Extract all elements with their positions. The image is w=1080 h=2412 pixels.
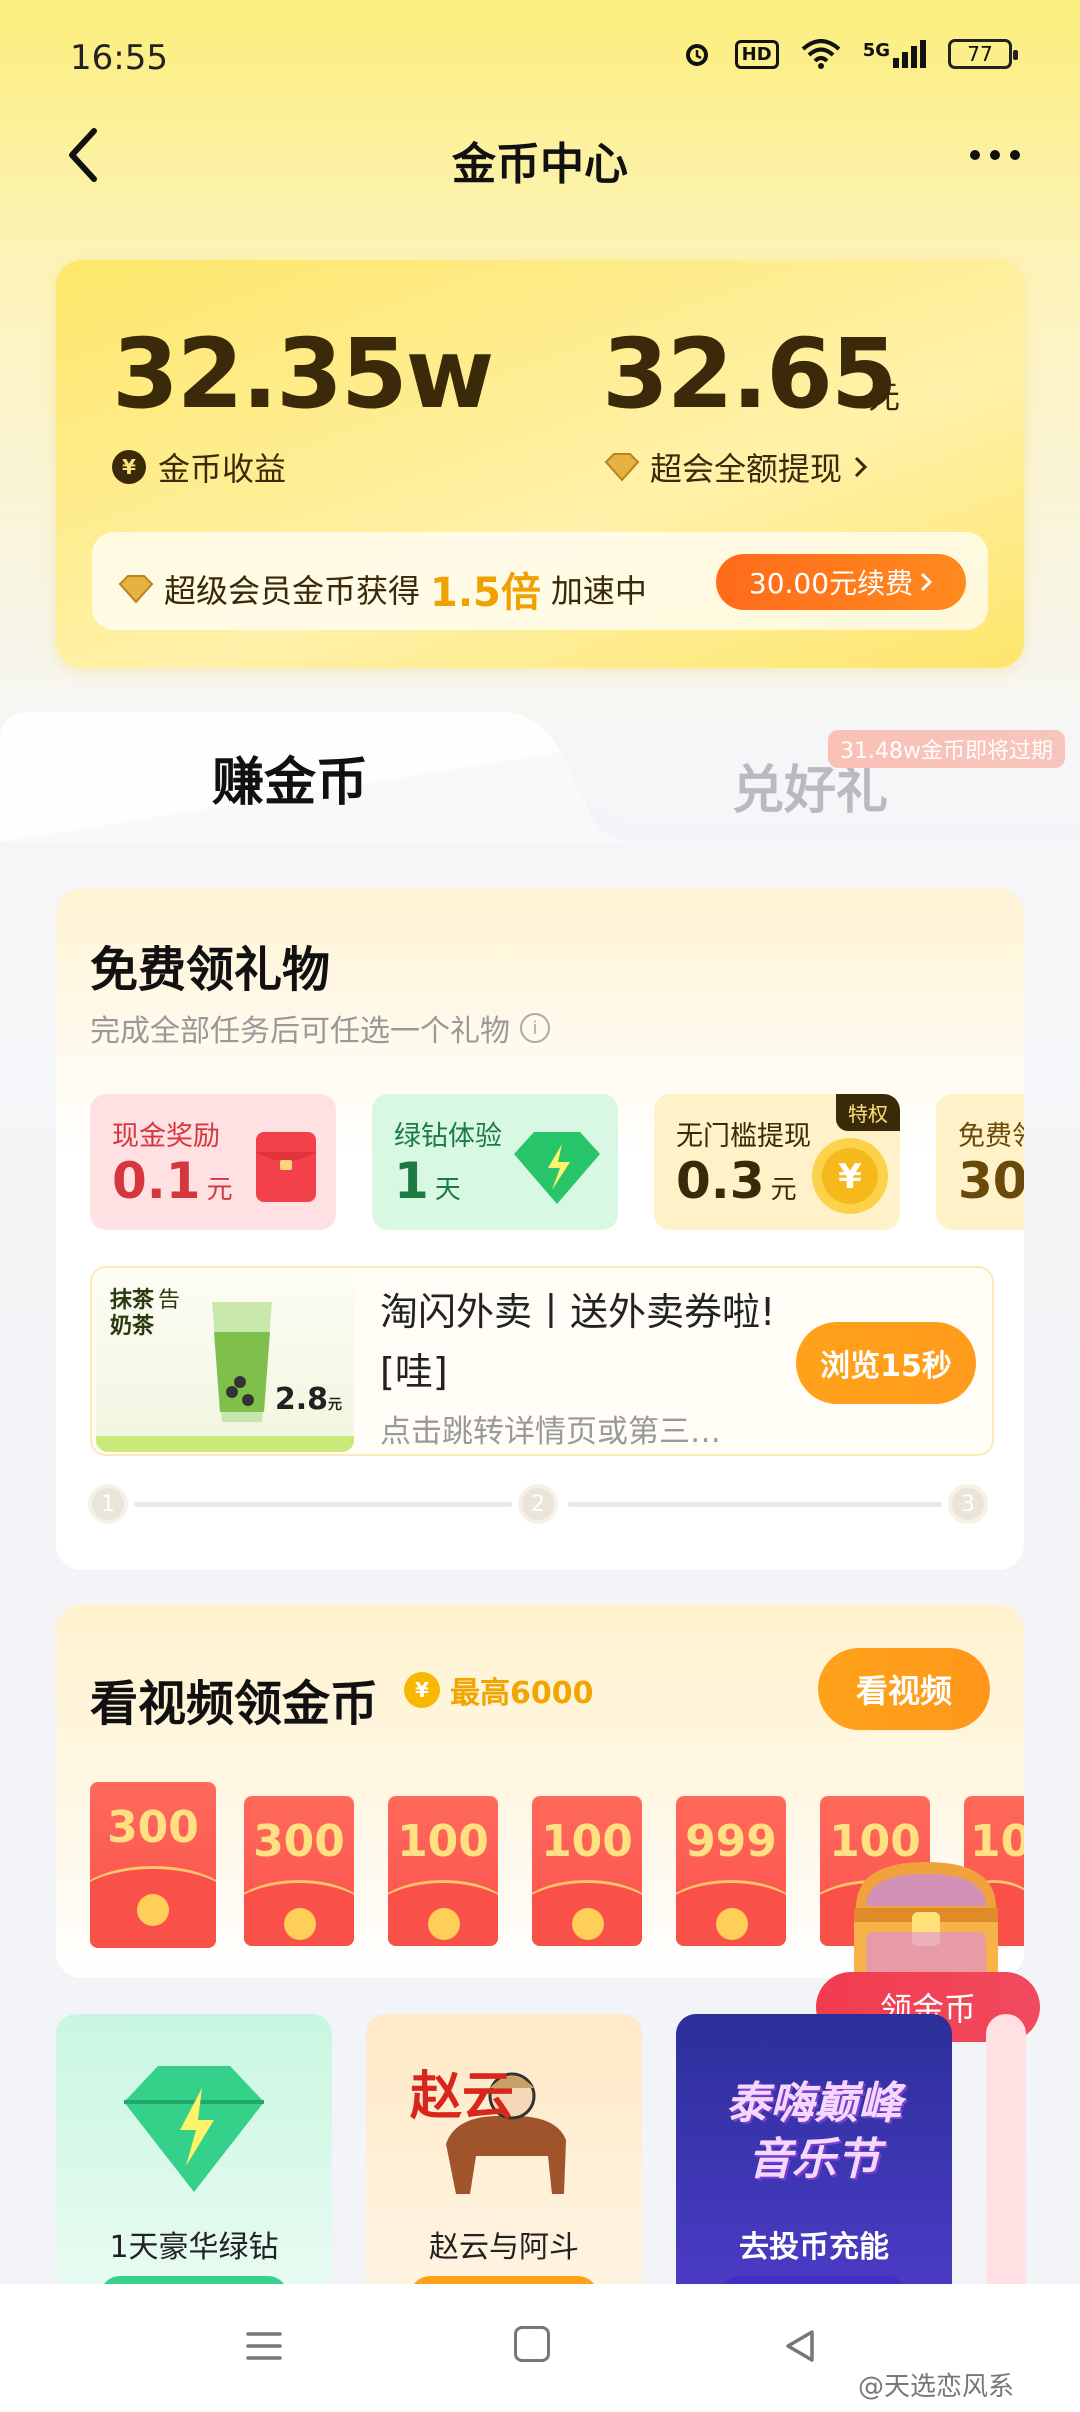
more-options-icon[interactable] <box>970 150 1020 160</box>
renew-label: 30.00元续费 <box>748 567 914 600</box>
feature-music-festival[interactable]: 泰嗨巅峰 音乐节 去投币充能 <box>676 2014 952 2284</box>
reward-withdraw[interactable]: 无门槛提现 0.3 元 特权 ¥ <box>654 1094 900 1230</box>
tab-earn-coins[interactable]: 赚金币 <box>0 712 580 842</box>
task-thumbnail: 抹茶告奶茶 2.8元 <box>96 1270 354 1452</box>
reward-label: 免费领 <box>958 1121 1024 1152</box>
video-max-reward: ¥ 最高6000 <box>404 1668 594 1712</box>
cash-amount: 32.65 <box>602 318 898 430</box>
reward-value: 300 <box>958 1152 1024 1210</box>
chevron-right-icon <box>854 456 868 478</box>
vip-text-before: 超级会员金币获得 <box>164 572 421 610</box>
withdraw-label: 超会全额提现 <box>650 450 843 488</box>
festival-title: 泰嗨巅峰 音乐节 <box>726 2078 902 2185</box>
gold-coin-icon: ¥ <box>812 1138 888 1214</box>
feature-green-diamond[interactable]: 1天豪华绿钻 <box>56 2014 332 2284</box>
progress-line <box>134 1502 512 1507</box>
gift-subtitle: 完成全部任务后可任选一个礼物 <box>90 1014 510 1049</box>
svg-text:¥: ¥ <box>838 1157 862 1197</box>
step-dot: 3 <box>948 1484 988 1524</box>
home-square-icon[interactable] <box>514 2326 550 2362</box>
feature-label: 1天豪华绿钻 <box>109 2230 279 2265</box>
status-icons: HD 5G 77 <box>681 38 1018 70</box>
thumb-title: 抹茶告奶茶 <box>110 1288 181 1339</box>
vip-diamond-icon <box>118 575 154 604</box>
red-envelope-icon <box>256 1132 316 1202</box>
red-envelope[interactable]: 300 <box>244 1796 354 1946</box>
info-icon[interactable]: i <box>520 1013 550 1043</box>
vip-status: 超级会员金币获得 1.5倍 加速中 <box>118 560 647 618</box>
task-description: 点击跳转详情页或第三… <box>380 1414 721 1450</box>
feature-label: 去投币充能 <box>739 2230 889 2265</box>
perk-badge: 特权 <box>836 1094 900 1131</box>
task-title: 淘闪外卖丨送外卖券啦![哇] <box>380 1290 776 1394</box>
watermark: @天选恋风系 <box>858 2372 1015 2402</box>
vip-multiplier: 1.5倍 <box>430 570 541 616</box>
page-title: 金币中心 <box>452 139 628 190</box>
red-envelope[interactable]: 999 <box>676 1796 786 1946</box>
reward-cash[interactable]: 现金奖励 0.1 元 <box>90 1094 336 1230</box>
video-title: 看视频领金币 <box>90 1676 379 1732</box>
thumb-price: 2.8元 <box>274 1382 342 1417</box>
reward-green-diamond[interactable]: 绿钻体验 1天 <box>372 1094 618 1230</box>
cash-unit: 元 <box>868 378 901 416</box>
feature-card-partial[interactable] <box>986 2014 1026 2284</box>
feature-zhaoyun[interactable]: 赵云 赵云与阿斗 <box>366 2014 642 2284</box>
red-envelope[interactable]: 300 <box>90 1782 216 1948</box>
feature-pill <box>410 2276 598 2284</box>
video-max-label: 最高6000 <box>450 1676 594 1711</box>
red-envelope[interactable]: 100 <box>532 1796 642 1946</box>
feature-label: 赵云与阿斗 <box>429 2230 579 2265</box>
coin-icon: ¥ <box>112 450 146 484</box>
expire-badge: 31.48w金币即将过期 <box>828 730 1065 768</box>
green-diamond-icon <box>514 1132 600 1204</box>
status-time: 16:55 <box>70 38 168 78</box>
signal-icon: 5G <box>863 40 926 68</box>
coin-icon: ¥ <box>404 1672 440 1708</box>
reward-label: 绿钻体验 <box>394 1121 502 1152</box>
reward-label: 无门槛提现 <box>676 1121 811 1152</box>
reward-label: 现金奖励 <box>112 1121 220 1152</box>
progress-line <box>568 1502 942 1507</box>
vip-text-after: 加速中 <box>550 572 647 610</box>
watch-video-button[interactable]: 看视频 <box>818 1648 990 1730</box>
step-dot: 1 <box>88 1484 128 1524</box>
reward-free[interactable]: 免费领 300 <box>936 1094 1024 1230</box>
gift-subtitle-row: 完成全部任务后可任选一个礼物 i <box>90 1006 550 1050</box>
step-dot: 2 <box>518 1484 558 1524</box>
feature-pill <box>720 2276 908 2284</box>
nav-back-icon[interactable] <box>780 2326 820 2366</box>
green-diamond-icon <box>124 2066 264 2192</box>
alarm-icon <box>685 44 708 66</box>
hd-icon: HD <box>734 39 779 69</box>
chevron-right-icon <box>921 572 933 592</box>
battery-level: 77 <box>967 42 993 66</box>
coin-amount: 32.35w <box>112 318 494 430</box>
renew-button[interactable]: 30.00元续费 <box>716 554 966 610</box>
feature-pill <box>100 2276 288 2284</box>
wifi-icon <box>801 39 841 69</box>
network-label: 5G <box>862 40 890 61</box>
browse-button[interactable]: 浏览15秒 <box>796 1322 976 1404</box>
thumb-stripe <box>96 1436 354 1452</box>
battery-icon: 77 <box>948 39 1018 69</box>
reward-value: 0.3 元 <box>676 1152 797 1210</box>
withdraw-link[interactable]: 超会全额提现 <box>604 444 870 490</box>
red-envelope[interactable]: 100 <box>388 1796 498 1946</box>
menu-icon[interactable] <box>244 2326 284 2366</box>
reward-value: 1天 <box>394 1152 461 1210</box>
feature-art-text: 赵云 <box>410 2066 515 2127</box>
coin-earnings-link[interactable]: ¥ 金币收益 <box>112 444 286 490</box>
vip-diamond-icon <box>604 453 640 482</box>
gift-title: 免费领礼物 <box>90 942 331 998</box>
coin-label: 金币收益 <box>158 450 287 488</box>
reward-value: 0.1 元 <box>112 1152 233 1210</box>
